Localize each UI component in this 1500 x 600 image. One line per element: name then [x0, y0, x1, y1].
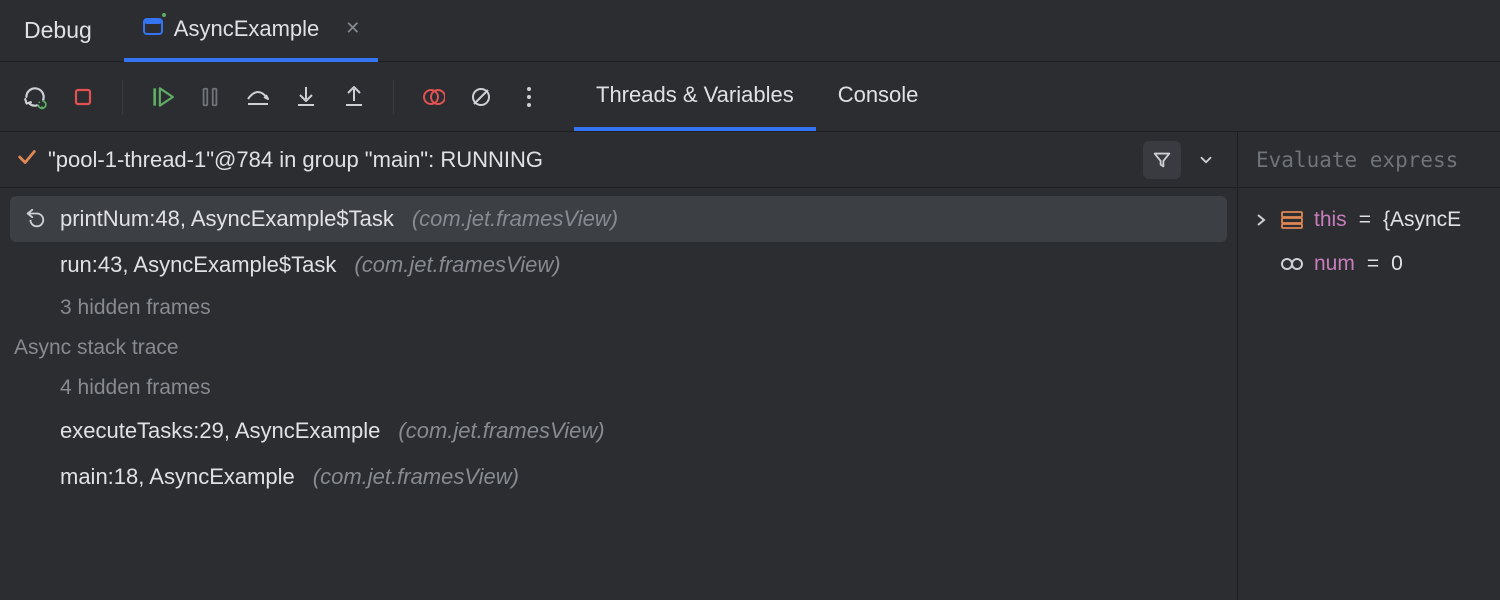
object-icon: [1280, 211, 1304, 229]
equals-sign: =: [1367, 252, 1379, 276]
separator: [122, 80, 123, 114]
tab-label: AsyncExample: [174, 16, 320, 42]
frame-package: (com.jet.framesView): [398, 418, 604, 444]
toolbar-icon-group: [10, 80, 554, 114]
step-out-button[interactable]: [339, 82, 369, 112]
frame-label: executeTasks:29, AsyncExample: [60, 418, 380, 444]
frame-row[interactable]: executeTasks:29, AsyncExample (com.jet.f…: [10, 408, 1227, 454]
watch-icon: [1280, 257, 1304, 271]
step-over-button[interactable]: [243, 82, 273, 112]
chevron-down-icon[interactable]: [1191, 145, 1221, 175]
resume-button[interactable]: [147, 82, 177, 112]
frame-package: (com.jet.framesView): [354, 252, 560, 278]
drop-frame-icon[interactable]: [24, 209, 46, 229]
evaluate-placeholder: Evaluate express: [1256, 148, 1458, 172]
tab-threads-variables[interactable]: Threads & Variables: [574, 62, 816, 131]
frame-package: (com.jet.framesView): [412, 206, 618, 232]
content-row: "pool-1-thread-1"@784 in group "main": R…: [0, 132, 1500, 600]
separator: [393, 80, 394, 114]
app-icon: [142, 15, 164, 43]
debug-toolbar: Threads & Variables Console: [0, 62, 1500, 132]
equals-sign: =: [1359, 208, 1371, 232]
variable-value: 0: [1391, 252, 1403, 276]
content-tabs: Threads & Variables Console: [574, 62, 940, 131]
variables-list: this = {AsyncE num = 0: [1238, 188, 1500, 600]
running-indicator-icon: [160, 11, 168, 19]
evaluate-expression-input[interactable]: Evaluate express: [1238, 132, 1500, 188]
panel-title: Debug: [10, 17, 106, 44]
expand-arrow-icon[interactable]: [1252, 214, 1270, 226]
variable-name: this: [1314, 208, 1347, 232]
frame-package: (com.jet.framesView): [313, 464, 519, 490]
debug-title-bar: Debug AsyncExample ✕: [0, 0, 1500, 62]
step-into-button[interactable]: [291, 82, 321, 112]
variable-name: num: [1314, 252, 1355, 276]
hidden-frames-toggle[interactable]: 3 hidden frames: [10, 288, 1227, 328]
rerun-button[interactable]: [20, 82, 50, 112]
frame-label: main:18, AsyncExample: [60, 464, 295, 490]
frame-row[interactable]: printNum:48, AsyncExample$Task (com.jet.…: [10, 196, 1227, 242]
mute-breakpoints-button[interactable]: [466, 82, 496, 112]
more-button[interactable]: [514, 82, 544, 112]
thread-label: "pool-1-thread-1"@784 in group "main": R…: [48, 147, 1133, 173]
async-section-label: Async stack trace: [10, 328, 1227, 368]
view-breakpoints-button[interactable]: [418, 82, 448, 112]
check-icon: [16, 146, 38, 174]
pause-button[interactable]: [195, 82, 225, 112]
thread-selector[interactable]: "pool-1-thread-1"@784 in group "main": R…: [0, 132, 1237, 188]
frame-row[interactable]: main:18, AsyncExample (com.jet.framesVie…: [10, 454, 1227, 500]
frame-row[interactable]: run:43, AsyncExample$Task (com.jet.frame…: [10, 242, 1227, 288]
stop-button[interactable]: [68, 82, 98, 112]
frame-label: run:43, AsyncExample$Task: [60, 252, 336, 278]
frame-label: printNum:48, AsyncExample$Task: [60, 206, 394, 232]
variable-row[interactable]: num = 0: [1244, 242, 1494, 286]
tab-console[interactable]: Console: [816, 62, 941, 131]
variable-value: {AsyncE: [1383, 208, 1461, 232]
run-config-tab[interactable]: AsyncExample ✕: [124, 0, 379, 62]
variables-pane: Evaluate express this = {AsyncE: [1238, 132, 1500, 600]
filter-button[interactable]: [1143, 141, 1181, 179]
hidden-frames-toggle[interactable]: 4 hidden frames: [10, 368, 1227, 408]
close-icon[interactable]: ✕: [345, 18, 360, 39]
variable-row[interactable]: this = {AsyncE: [1244, 198, 1494, 242]
frames-list: printNum:48, AsyncExample$Task (com.jet.…: [0, 188, 1237, 600]
frames-pane: "pool-1-thread-1"@784 in group "main": R…: [0, 132, 1238, 600]
